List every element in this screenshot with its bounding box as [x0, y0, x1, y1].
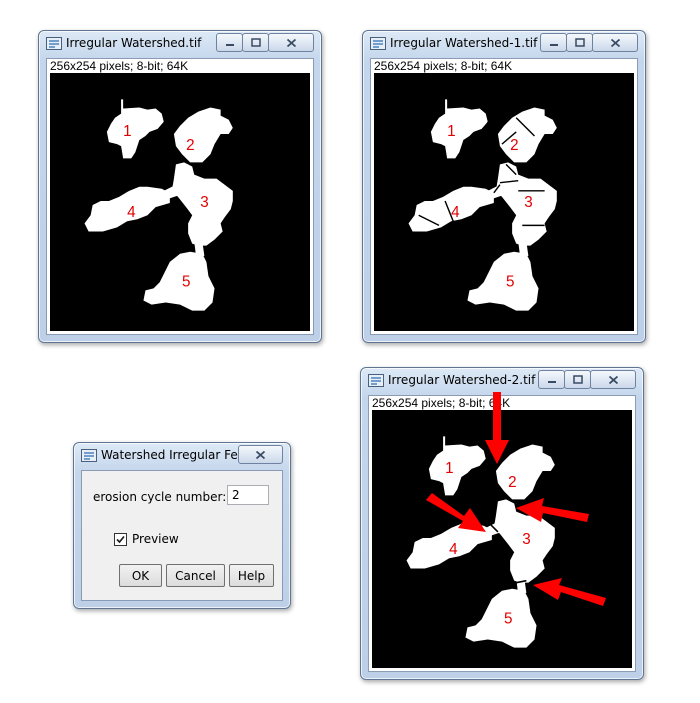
image-canvas[interactable]: 1 2 3 4 5 — [374, 73, 634, 331]
window-title: Irregular Watershed.tif — [66, 36, 202, 50]
imagej-icon — [81, 449, 97, 462]
cancel-button[interactable]: Cancel — [166, 564, 225, 587]
image-info: 256x254 pixels; 8-bit; 64K — [374, 59, 513, 73]
segmented-image: 1 2 3 4 5 — [372, 410, 632, 668]
image-info: 256x254 pixels; 8-bit; 64K — [50, 59, 189, 73]
close-icon — [286, 38, 296, 47]
particle-label-4: 4 — [449, 541, 458, 558]
maximize-icon — [250, 38, 261, 47]
title-bar[interactable]: Irregular Watershed.tif — [39, 31, 321, 55]
watershed-dialog[interactable]: Watershed Irregular Fe... erosion cycle … — [73, 442, 291, 609]
image-window-3[interactable]: Irregular Watershed-2.tif 256x254 pixels… — [360, 367, 644, 680]
segmented-image: 1 2 3 4 5 — [50, 73, 310, 331]
imagej-icon — [370, 37, 386, 50]
minimize-icon — [549, 43, 558, 46]
particle-label-4: 4 — [127, 204, 136, 221]
maximize-icon — [572, 375, 583, 384]
particle-label-2: 2 — [186, 137, 194, 154]
window-title: Irregular Watershed-2.tif — [388, 373, 536, 387]
checkmark-icon — [116, 535, 125, 544]
image-window-1[interactable]: Irregular Watershed.tif 256x254 pixels; … — [38, 30, 322, 343]
particle-label-5: 5 — [182, 273, 190, 290]
dialog-title-bar[interactable]: Watershed Irregular Fe... — [74, 443, 290, 467]
preview-checkbox[interactable] — [114, 533, 127, 546]
image-canvas[interactable]: 1 2 3 4 5 — [372, 410, 632, 668]
particle-label-4: 4 — [451, 204, 460, 221]
close-button[interactable] — [590, 370, 636, 389]
image-client-area: 256x254 pixels; 8-bit; 64K 1 2 3 4 5 — [368, 395, 636, 672]
particle-label-2: 2 — [510, 137, 518, 154]
dialog-body: erosion cycle number: Preview OK Cancel … — [81, 470, 283, 601]
image-window-2[interactable]: Irregular Watershed-1.tif 256x254 pixels… — [362, 30, 646, 343]
particle-label-3: 3 — [524, 194, 532, 211]
particle-label-5: 5 — [506, 273, 514, 290]
image-canvas[interactable]: 1 2 3 4 5 — [50, 73, 310, 331]
preview-label: Preview — [132, 532, 179, 546]
particle-label-1: 1 — [447, 123, 455, 140]
minimize-icon — [547, 380, 556, 383]
ok-button[interactable]: OK — [119, 564, 162, 587]
minimize-button[interactable] — [216, 33, 243, 52]
maximize-button[interactable] — [242, 33, 269, 52]
particle-label-5: 5 — [504, 610, 512, 627]
maximize-button[interactable] — [564, 370, 591, 389]
minimize-button[interactable] — [540, 33, 567, 52]
dialog-title: Watershed Irregular Fe... — [101, 448, 250, 462]
window-title: Irregular Watershed-1.tif — [390, 36, 538, 50]
close-button[interactable] — [268, 33, 314, 52]
segmented-image: 1 2 3 4 5 — [374, 73, 634, 331]
imagej-icon — [46, 37, 62, 50]
close-icon — [255, 450, 266, 459]
erosion-cycle-input[interactable] — [227, 485, 269, 505]
particle-label-1: 1 — [445, 460, 453, 477]
image-client-area: 256x254 pixels; 8-bit; 64K 1 2 3 4 5 — [46, 58, 314, 335]
help-button[interactable]: Help — [229, 564, 274, 587]
close-icon — [608, 375, 618, 384]
particle-label-3: 3 — [200, 194, 208, 211]
image-info: 256x254 pixels; 8-bit; 64K — [372, 396, 511, 410]
title-bar[interactable]: Irregular Watershed-1.tif — [363, 31, 645, 55]
particle-label-3: 3 — [522, 531, 530, 548]
image-client-area: 256x254 pixels; 8-bit; 64K 1 2 3 4 5 — [370, 58, 638, 335]
imagej-icon — [368, 374, 384, 387]
particle-label-2: 2 — [508, 474, 516, 491]
minimize-button[interactable] — [538, 370, 565, 389]
maximize-button[interactable] — [566, 33, 593, 52]
close-button[interactable] — [592, 33, 638, 52]
minimize-icon — [225, 43, 234, 46]
erosion-cycle-label: erosion cycle number: — [93, 490, 227, 504]
title-bar[interactable]: Irregular Watershed-2.tif — [361, 368, 643, 392]
close-button[interactable] — [238, 445, 283, 464]
close-icon — [610, 38, 620, 47]
maximize-icon — [574, 38, 585, 47]
particle-label-1: 1 — [123, 123, 131, 140]
